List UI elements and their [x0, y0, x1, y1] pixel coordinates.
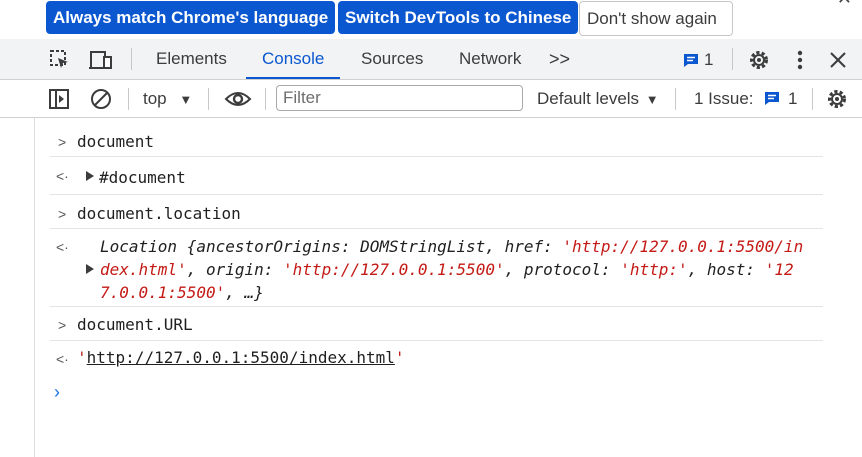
location-object-line[interactable]: Location {ancestorOrigins: DOMStringList… [100, 237, 803, 256]
url-output-link[interactable]: 'http://127.0.0.1:5500/index.html' [77, 348, 405, 367]
location-object-line[interactable]: dex.html', origin: 'http://127.0.0.1:550… [100, 260, 794, 279]
issues-label: 1 Issue: [694, 89, 754, 108]
console-sidebar-divider [34, 118, 35, 457]
inspect-element-icon[interactable] [48, 48, 72, 72]
toolbar-divider [812, 88, 813, 110]
console-input-text[interactable]: document.location [77, 204, 241, 223]
dropdown-arrow-icon: ▼ [179, 92, 193, 107]
toolbar-divider [128, 88, 129, 110]
expand-triangle-icon[interactable] [86, 171, 94, 181]
return-value-icon: <· [56, 168, 69, 184]
console-output-text[interactable]: #document [99, 168, 186, 187]
messages-badge[interactable]: 1 [683, 50, 714, 69]
close-devtools-icon[interactable] [826, 48, 850, 72]
toolbar-divider [208, 88, 209, 110]
message-icon [684, 54, 698, 67]
banner-close-icon[interactable]: ✕ [837, 0, 852, 9]
issues-button[interactable]: 1 Issue: 1 [694, 80, 797, 118]
context-selector-label: top [143, 89, 167, 108]
console-toolbar: top ▼ Default levels ▼ 1 Issue: 1 [0, 80, 862, 118]
filter-input[interactable] [276, 85, 523, 111]
expand-triangle-icon[interactable] [86, 264, 94, 274]
log-levels-label: Default levels [537, 89, 640, 108]
tab-elements[interactable]: Elements [156, 39, 227, 79]
input-prompt-icon: > [58, 206, 67, 222]
tab-console[interactable]: Console [245, 39, 341, 79]
input-prompt-icon: > [58, 317, 67, 333]
devtools-tabbar: Elements Console Sources Network >> 1 [0, 39, 862, 80]
console-input-text[interactable]: document.URL [77, 315, 193, 334]
tab-network[interactable]: Network [459, 39, 521, 79]
toolbar-divider [675, 88, 676, 110]
device-toolbar-icon[interactable] [87, 48, 115, 72]
dont-show-again-button[interactable]: Don't show again [579, 1, 733, 36]
toolbar-divider [265, 88, 266, 110]
return-value-icon: <· [56, 351, 69, 367]
show-sidebar-icon[interactable] [47, 87, 71, 111]
more-tabs-icon[interactable]: >> [549, 39, 570, 79]
console-prompt-caret[interactable]: › [54, 382, 60, 403]
live-expression-eye-icon[interactable] [223, 87, 253, 111]
dropdown-arrow-icon: ▼ [645, 92, 659, 107]
console-settings-gear-icon[interactable] [824, 86, 850, 112]
switch-to-chinese-button[interactable]: Switch DevTools to Chinese [338, 1, 579, 34]
tabbar-divider [732, 48, 733, 70]
tab-sources[interactable]: Sources [361, 39, 423, 79]
settings-gear-icon[interactable] [746, 47, 772, 73]
console-input-row [50, 123, 823, 157]
issues-count: 1 [788, 89, 798, 108]
context-selector[interactable]: top ▼ [143, 80, 192, 118]
location-object-line[interactable]: 7.0.0.1:5500', …} [100, 283, 264, 302]
language-banner: Always match Chrome's language Switch De… [0, 0, 862, 38]
clear-console-icon[interactable] [89, 87, 113, 111]
issue-message-icon [765, 92, 780, 105]
return-value-icon: <· [56, 239, 69, 255]
console-input-text[interactable]: document [77, 132, 154, 151]
tabbar-divider [131, 48, 132, 70]
input-prompt-icon: > [58, 134, 67, 150]
log-levels-dropdown[interactable]: Default levels ▼ [537, 80, 659, 118]
messages-count: 1 [704, 50, 714, 69]
more-options-icon[interactable] [790, 47, 810, 73]
always-match-language-button[interactable]: Always match Chrome's language [46, 1, 336, 34]
